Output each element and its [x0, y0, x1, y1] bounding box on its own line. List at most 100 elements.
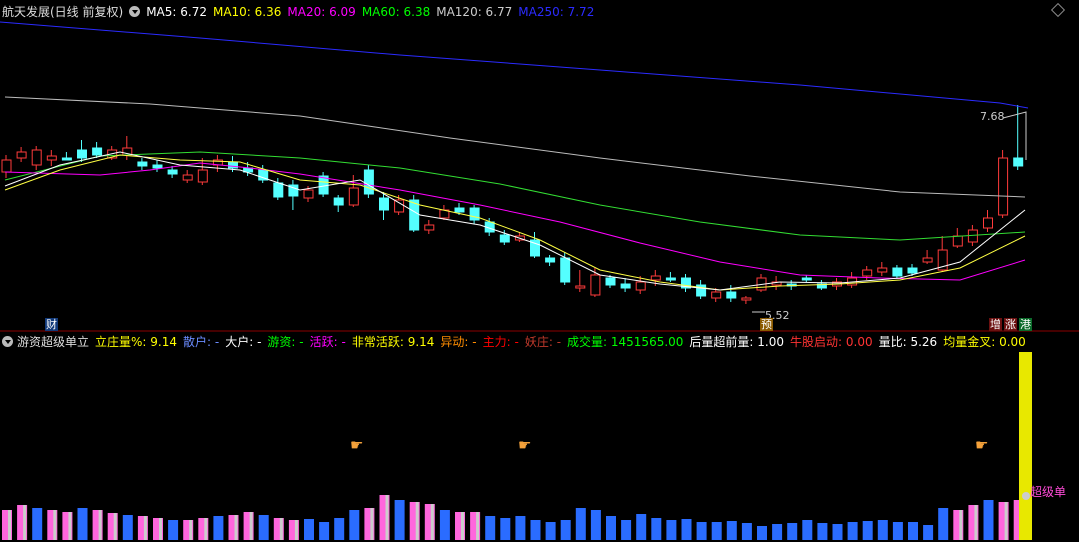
indicator-key: 活跃: — [309, 335, 338, 349]
indicator-key: 成交量: — [567, 335, 608, 349]
high-arrow — [1002, 111, 1027, 160]
indicator-value: - — [552, 335, 562, 349]
candle-body — [741, 297, 752, 301]
zhang-badge[interactable]: 涨 — [1004, 318, 1017, 331]
candle-body — [469, 207, 480, 221]
volume-bar — [636, 514, 647, 540]
ma5-line — [4, 151, 1026, 291]
volume-bar — [832, 524, 843, 540]
volume-bar-highlight — [53, 510, 57, 540]
candle-body — [590, 274, 601, 296]
indicator-header: 游资超级单立 立庄量%: 9.14 散户: - 大户: - 游资: - 活跃: - 非常活跃… — [2, 333, 1026, 350]
kline-chart — [0, 21, 1079, 540]
candle-body — [167, 169, 178, 175]
ma-label: MA20: 6.09 — [287, 5, 356, 19]
volume-bar — [711, 522, 722, 540]
indicator-value: - — [337, 335, 346, 349]
volume-bar-highlight — [461, 512, 464, 540]
ma-label: MA60: 6.38 — [361, 5, 431, 19]
cai-badge[interactable]: 财 — [45, 318, 58, 331]
indicator-value: - — [211, 335, 220, 349]
super-order-label: 超级单 — [1030, 485, 1067, 499]
volume-bar — [575, 508, 586, 540]
indicator-key: 散户: — [183, 335, 212, 349]
candle-body — [605, 277, 616, 286]
volume-bar — [485, 516, 496, 540]
volume-bar — [651, 518, 662, 540]
volume-bar-highlight — [143, 516, 147, 540]
candle-body — [92, 147, 103, 156]
candle-body — [333, 197, 344, 206]
candle-body — [363, 169, 374, 195]
gang-badge[interactable]: 港 — [1019, 318, 1032, 331]
volume-bar-highlight — [159, 518, 162, 540]
candle-body — [650, 275, 661, 281]
candle-body — [197, 169, 208, 183]
volume-bar — [787, 523, 798, 540]
indicator-value: - — [468, 335, 477, 349]
volume-bar-highlight — [98, 510, 102, 540]
dropdown-icon[interactable] — [129, 6, 141, 17]
candle-body — [635, 281, 646, 291]
candle-body — [499, 234, 510, 243]
yu-badge[interactable]: 预 — [760, 318, 773, 331]
volume-bar-highlight — [189, 520, 193, 540]
volume-bar — [802, 520, 813, 540]
indicator-key: 妖庄: — [524, 335, 553, 349]
indicator-key: 立庄量%: — [95, 335, 147, 349]
chart-header: 航天发展(日线 前复权) MA5: 6.72 MA10: 6.36 MA20: 6.0… — [2, 3, 606, 20]
coin-icon — [1022, 492, 1030, 500]
volume-bars — [2, 352, 1032, 540]
indicator-key: 主力: — [482, 335, 511, 349]
volume-bar — [726, 521, 737, 540]
volume-bar-highlight — [294, 520, 298, 540]
candle-body — [892, 267, 903, 277]
candle-body — [394, 199, 405, 213]
volume-bar-highlight — [204, 518, 208, 540]
volume-bar-highlight — [476, 512, 480, 540]
indicator-key: 大户: — [225, 335, 254, 349]
stock-title[interactable]: 航天发展(日线 前复权) — [2, 5, 123, 19]
volume-bar — [847, 522, 858, 540]
indicator-key: 异动: — [440, 335, 469, 349]
volume-bar-highlight — [8, 510, 11, 540]
zeng-badge[interactable]: 增 — [989, 318, 1002, 331]
indicator-name[interactable]: 游资超级单立 — [17, 335, 89, 349]
high-price-label: 7.68 — [980, 110, 1005, 123]
candle-body — [620, 283, 631, 289]
candle-body — [998, 157, 1009, 216]
volume-bar — [590, 510, 601, 540]
volume-bar-highlight — [959, 510, 963, 540]
candle-body — [1, 159, 12, 173]
ma-label: MA250: 7.72 — [518, 5, 595, 19]
candle-body — [46, 155, 57, 161]
indicator-value: 9.14 — [403, 335, 435, 349]
indicator-key: 均量金叉: — [943, 335, 996, 349]
indicator-key: 非常活跃: — [351, 335, 404, 349]
hand-pointer-icon: ☛ — [350, 436, 364, 454]
candle-body — [16, 151, 27, 159]
volume-bar — [681, 519, 692, 540]
ma20-line — [4, 162, 1026, 281]
candle-body — [273, 182, 284, 198]
candle-body — [1013, 157, 1024, 167]
volume-bar-highlight — [370, 508, 374, 540]
volume-bar-highlight — [415, 502, 419, 540]
dropdown-icon[interactable] — [2, 336, 13, 347]
volume-bar — [258, 515, 269, 540]
candle-body — [61, 157, 72, 161]
candle-body — [348, 187, 359, 206]
hand-pointer-icon: ☛ — [975, 436, 989, 454]
indicator-value: 9.14 — [146, 335, 178, 349]
candle-body — [665, 277, 676, 281]
candle-body — [31, 149, 42, 166]
volume-bar — [877, 520, 888, 540]
candle-body — [424, 224, 435, 231]
indicator-value: 1.00 — [753, 335, 785, 349]
indicator-value: 1451565.00 — [607, 335, 684, 349]
candle-body — [137, 161, 148, 167]
volume-bar — [500, 518, 511, 540]
volume-bar — [606, 516, 616, 540]
indicator-key: 量比: — [878, 335, 907, 349]
volume-bar-highlight — [974, 505, 978, 540]
